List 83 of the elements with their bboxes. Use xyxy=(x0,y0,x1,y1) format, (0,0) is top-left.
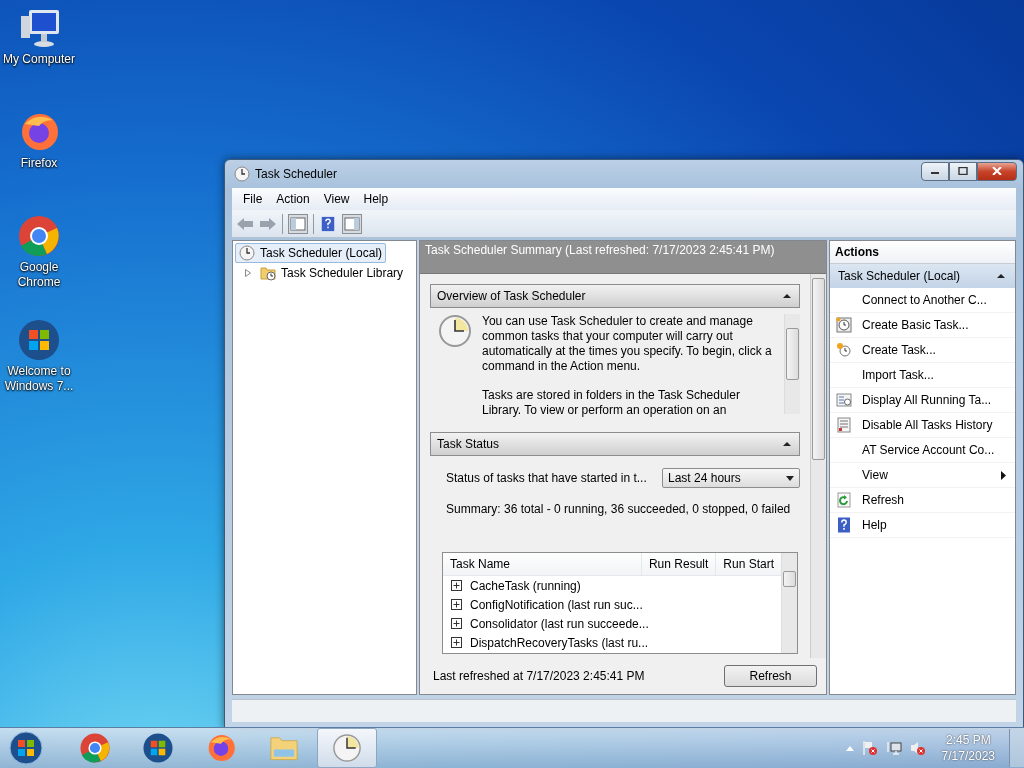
desktop-icon-label[interactable]: Welcome to Windows 7... xyxy=(1,364,77,394)
maximize-button[interactable] xyxy=(949,161,977,181)
task-command-link[interactable]: Create Basic Task... xyxy=(862,318,969,332)
task-command-link[interactable]: View xyxy=(862,468,888,482)
taskbar-button[interactable] xyxy=(317,728,377,768)
tree-item[interactable]: Task Scheduler Library xyxy=(256,263,408,283)
column-header[interactable]: Run Start xyxy=(716,553,781,575)
expand-icon[interactable] xyxy=(451,580,462,591)
menu-item[interactable]: File xyxy=(236,192,270,206)
folder-clock-icon xyxy=(260,265,276,281)
console-tree-icon[interactable] xyxy=(288,213,308,234)
help-icon xyxy=(836,517,852,533)
clock-icon xyxy=(836,317,852,333)
dropdown-arrow-icon xyxy=(786,475,794,481)
desktop-icon-label[interactable]: Google Chrome xyxy=(1,260,77,290)
menu-item[interactable]: Action xyxy=(269,192,317,206)
overview-paragraph: You can use Task Scheduler to create and manage common tasks that your computer will carry out automatically at the times you specify. To begin, click a command in the Action menu. xyxy=(482,314,773,374)
last-refreshed-text: Last refreshed at 7/17/2023 2:45:41 PM xyxy=(433,669,645,683)
section-header[interactable]: Task Status xyxy=(430,432,800,456)
clock-icon xyxy=(239,245,255,261)
window-title: Task Scheduler xyxy=(255,167,338,181)
network-icon[interactable] xyxy=(885,740,902,756)
speaker-muted-icon[interactable] xyxy=(909,740,926,756)
refresh-icon xyxy=(836,492,852,508)
expand-icon[interactable] xyxy=(451,618,462,629)
clock-icon xyxy=(438,314,472,348)
desktop-icon-label[interactable]: My Computer xyxy=(1,52,77,67)
close-icon xyxy=(992,167,1002,175)
clock-icon xyxy=(234,166,250,182)
close-button[interactable] xyxy=(977,161,1017,181)
section-header[interactable]: Overview of Task Scheduler xyxy=(430,284,800,308)
table-cell: DispatchRecoveryTasks (last ru... xyxy=(470,635,649,650)
action-pane-icon[interactable] xyxy=(342,213,362,234)
scrollbar[interactable] xyxy=(784,314,800,414)
desktop-icon-label[interactable]: Firefox xyxy=(1,156,77,171)
column-header[interactable]: Task Name xyxy=(443,553,642,575)
task-command-link[interactable]: Help xyxy=(862,518,887,532)
summary-header: Task Scheduler Summary (Last refreshed: 7/17/2023 2:45:41 PM) xyxy=(420,241,826,274)
document-list-icon xyxy=(836,417,852,433)
action-group-header[interactable]: Task Scheduler (Local) xyxy=(830,264,1015,288)
status-summary: Summary: 36 total - 0 running, 36 succeeded, 0 stopped, 0 failed xyxy=(445,501,792,516)
table-cell: Consolidator (last run succeede... xyxy=(470,616,649,631)
expand-icon[interactable] xyxy=(451,599,462,610)
minimize-button[interactable] xyxy=(921,161,949,181)
filter-label: Status of tasks that have started in t... xyxy=(446,471,647,485)
task-list-icon xyxy=(836,392,852,408)
start-button[interactable] xyxy=(8,730,44,766)
windows-logo-icon xyxy=(142,732,174,764)
refresh-button[interactable]: Refresh xyxy=(724,665,817,687)
overview-paragraph: Tasks are stored in folders in the Task Scheduler Library. To view or perform an operation on an xyxy=(482,388,741,418)
scrollbar[interactable] xyxy=(781,553,797,653)
collapse-arrow-icon xyxy=(783,441,791,447)
expand-arrow-icon[interactable] xyxy=(244,269,252,277)
expand-icon[interactable] xyxy=(451,637,462,648)
column-header[interactable]: Run Result xyxy=(641,553,717,575)
chrome-icon[interactable] xyxy=(17,214,61,258)
flag-error-icon[interactable] xyxy=(861,740,878,756)
task-command-link[interactable]: Disable All Tasks History xyxy=(862,418,993,432)
show-desktop-button[interactable] xyxy=(1009,729,1024,767)
maximize-icon xyxy=(958,167,968,175)
task-command-link[interactable]: AT Service Account Co... xyxy=(862,443,995,457)
scrollbar[interactable] xyxy=(810,274,826,658)
task-command-link[interactable]: Create Task... xyxy=(862,343,936,357)
task-command-link[interactable]: Display All Running Ta... xyxy=(862,393,992,407)
table-cell: CacheTask (running) xyxy=(470,578,581,593)
task-command-link[interactable]: Refresh xyxy=(862,493,905,507)
collapse-arrow-icon xyxy=(997,273,1005,279)
submenu-arrow-icon xyxy=(1001,470,1006,480)
forward-arrow-icon[interactable] xyxy=(259,215,277,232)
clock-icon xyxy=(836,342,852,358)
task-command-link[interactable]: Connect to Another C... xyxy=(862,293,987,307)
help-icon[interactable] xyxy=(319,215,337,232)
table-cell: ConfigNotification (last run suc... xyxy=(470,597,643,612)
menu-item[interactable]: View xyxy=(316,192,357,206)
time-range-dropdown[interactable]: Last 24 hours xyxy=(662,468,800,488)
menu-item[interactable]: Help xyxy=(356,192,396,206)
clock-icon xyxy=(331,732,363,764)
collapse-arrow-icon xyxy=(783,293,791,299)
windows-logo-icon[interactable] xyxy=(17,318,61,362)
back-arrow-icon[interactable] xyxy=(236,215,254,232)
chrome-icon xyxy=(79,732,111,764)
tree-item[interactable]: Task Scheduler (Local) xyxy=(235,243,387,263)
task-command-link[interactable]: Import Task... xyxy=(862,368,934,382)
